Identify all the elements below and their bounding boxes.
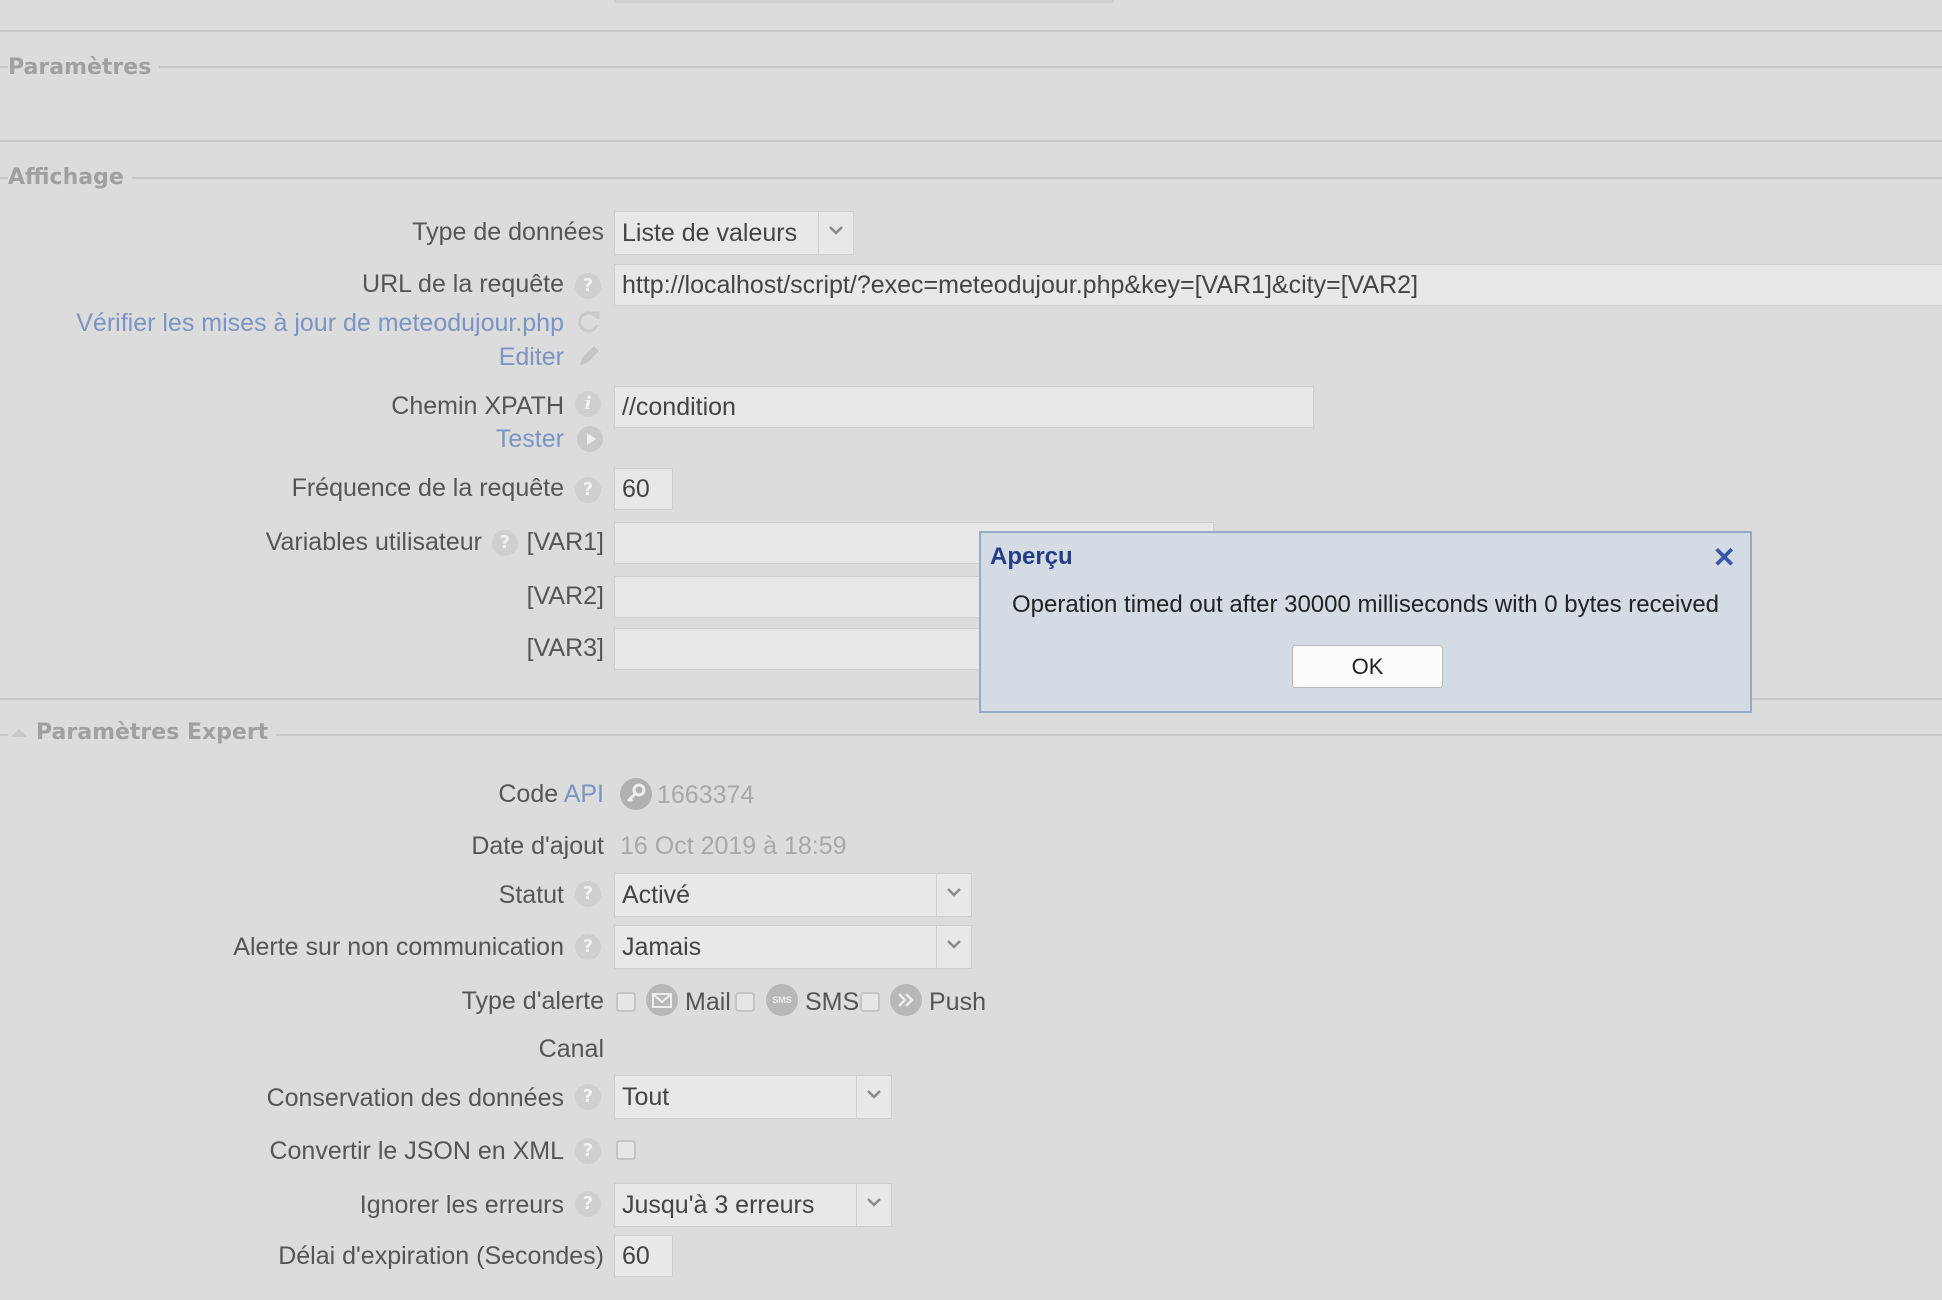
statut-select[interactable]: Activé <box>614 873 972 917</box>
divider-expert-legend <box>0 734 1942 736</box>
url-label: URL de la requête <box>362 270 564 298</box>
canal-label: Canal <box>538 1035 604 1063</box>
delai-expiration-label: Délai d'expiration (Secondes) <box>278 1242 604 1270</box>
collapse-triangle-icon[interactable] <box>8 726 30 740</box>
alerte-value: Jamais <box>622 933 702 961</box>
var1-label: [VAR1] <box>526 528 604 556</box>
section-affichage-legend: Affichage <box>8 165 132 190</box>
statut-label: Statut <box>498 881 564 909</box>
alerte-label: Alerte sur non communication <box>233 933 564 961</box>
divider-affichage <box>0 140 1942 142</box>
api-link[interactable]: API <box>564 780 604 808</box>
section-parametres-legend: Paramètres <box>8 55 160 80</box>
code-label-wrap: Code API <box>498 780 604 809</box>
push-label[interactable]: Push <box>929 988 986 1017</box>
sms-icon-text: SMS <box>772 995 792 1005</box>
ignorer-erreurs-label: Ignorer les erreurs <box>359 1191 564 1219</box>
code-label: Code <box>498 780 559 808</box>
sms-icon: SMS <box>766 984 798 1016</box>
type-donnees-select[interactable]: Liste de valeurs <box>614 211 854 255</box>
json-xml-checkbox[interactable] <box>616 1140 636 1160</box>
top-field-edge <box>614 0 1114 3</box>
code-value: 1663374 <box>657 781 755 809</box>
dialog-title: Aperçu <box>990 543 1073 570</box>
date-ajout-value: 16 Oct 2019 à 18:59 <box>620 832 847 860</box>
ignorer-erreurs-value: Jusqu'à 3 erreurs <box>622 1191 815 1219</box>
sms-checkbox[interactable] <box>735 992 755 1012</box>
help-icon[interactable]: ? <box>575 1138 601 1164</box>
mail-icon <box>646 984 678 1016</box>
sms-label[interactable]: SMS <box>805 988 859 1017</box>
divider-parametres <box>0 66 1942 68</box>
divider-top <box>0 30 1942 32</box>
conservation-select[interactable]: Tout <box>614 1075 892 1119</box>
xpath-label: Chemin XPATH <box>391 392 564 420</box>
frequence-input[interactable]: 60 <box>614 468 673 510</box>
chevron-down-icon <box>936 874 971 916</box>
variables-utilisateur-label: Variables utilisateur <box>265 528 482 556</box>
alerte-select[interactable]: Jamais <box>614 925 972 969</box>
conservation-label: Conservation des données <box>266 1084 564 1112</box>
type-donnees-value: Liste de valeurs <box>622 219 798 247</box>
chevron-down-icon <box>856 1076 891 1118</box>
divider-affichage-legend <box>0 177 1942 179</box>
url-input[interactable]: http://localhost/script/?exec=meteodujou… <box>614 264 1942 306</box>
var3-label: [VAR3] <box>526 634 604 662</box>
play-icon[interactable] <box>576 425 604 458</box>
chevron-down-icon <box>856 1184 891 1226</box>
chevron-down-icon <box>936 926 971 968</box>
conservation-value: Tout <box>622 1083 670 1111</box>
help-icon[interactable]: ? <box>575 477 601 503</box>
editer-link[interactable]: Editer <box>499 343 564 372</box>
info-icon[interactable]: i <box>575 391 601 417</box>
key-icon <box>620 778 652 810</box>
frequence-label: Fréquence de la requête <box>291 474 564 502</box>
statut-value: Activé <box>622 881 691 909</box>
tester-link[interactable]: Tester <box>496 425 564 454</box>
section-expert-legend[interactable]: Paramètres Expert <box>36 720 268 745</box>
help-icon[interactable]: ? <box>575 1191 601 1217</box>
help-icon[interactable]: ? <box>575 881 601 907</box>
json-xml-label: Convertir le JSON en XML <box>269 1137 564 1165</box>
pencil-icon[interactable] <box>576 343 602 374</box>
mail-checkbox[interactable] <box>616 992 636 1012</box>
mail-label[interactable]: Mail <box>685 988 731 1017</box>
chevron-down-icon <box>818 212 853 254</box>
help-icon[interactable]: ? <box>575 1084 601 1110</box>
apercu-dialog: Aperçu ✕ Operation timed out after 30000… <box>979 531 1752 713</box>
verifier-mises-a-jour-link[interactable]: Vérifier les mises à jour de meteodujour… <box>76 309 564 338</box>
date-ajout-label: Date d'ajout <box>471 832 604 860</box>
delai-expiration-input[interactable]: 60 <box>614 1235 673 1277</box>
dialog-message: Operation timed out after 30000 millisec… <box>1011 591 1720 618</box>
xpath-input[interactable]: //condition <box>614 386 1314 428</box>
type-alerte-label: Type d'alerte <box>461 987 604 1015</box>
var2-label: [VAR2] <box>526 582 604 610</box>
close-icon[interactable]: ✕ <box>1713 541 1736 574</box>
help-icon[interactable]: ? <box>575 934 601 960</box>
ignorer-erreurs-select[interactable]: Jusqu'à 3 erreurs <box>614 1183 892 1227</box>
ok-button[interactable]: OK <box>1292 645 1443 688</box>
push-checkbox[interactable] <box>860 992 880 1012</box>
help-icon[interactable]: ? <box>492 530 518 556</box>
help-icon[interactable]: ? <box>575 273 601 299</box>
push-icon <box>890 984 922 1016</box>
expert-legend-wrap[interactable]: Paramètres Expert <box>8 720 277 745</box>
refresh-icon[interactable] <box>576 309 602 340</box>
type-donnees-label: Type de données <box>412 218 604 246</box>
